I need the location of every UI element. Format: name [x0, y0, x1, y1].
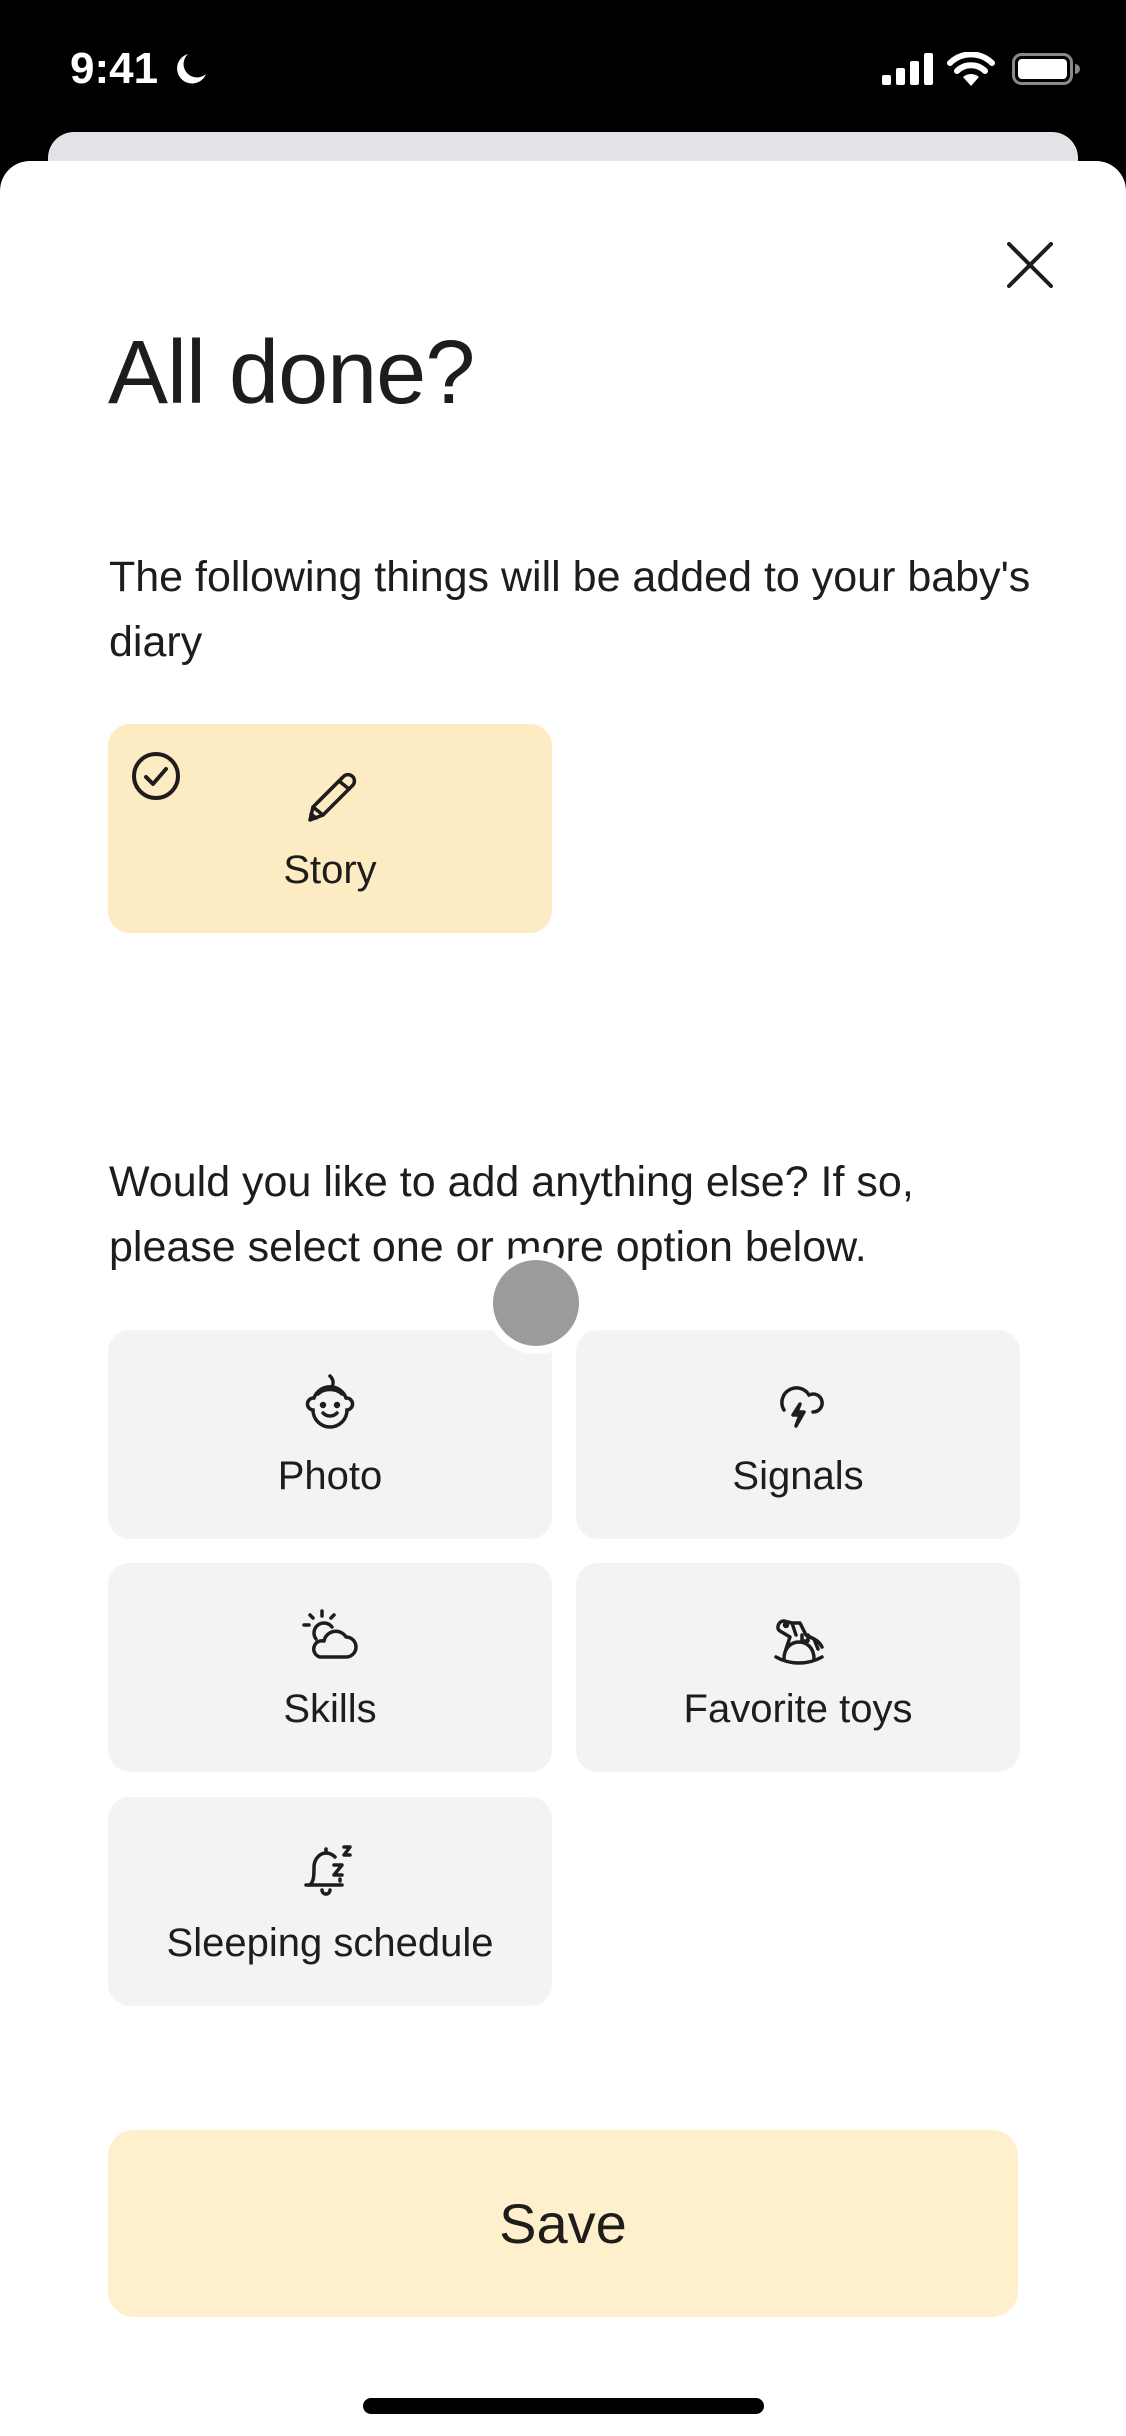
- option-label: Photo: [277, 1454, 383, 1498]
- status-bar: 9:41: [0, 0, 1126, 130]
- page-title: All done?: [108, 323, 475, 423]
- option-sleeping-schedule[interactable]: Sleeping schedule: [108, 1797, 552, 2006]
- touch-indicator: [485, 1252, 587, 1354]
- cloud-lightning-icon: [766, 1370, 830, 1434]
- option-story[interactable]: Story: [108, 724, 552, 933]
- pencil-icon: [298, 764, 362, 828]
- option-signals[interactable]: Signals: [576, 1330, 1020, 1539]
- rocking-horse-icon: [766, 1603, 830, 1667]
- option-label: Story: [283, 848, 377, 892]
- option-label: Sleeping schedule: [166, 1921, 494, 1965]
- wifi-icon: [946, 52, 996, 86]
- option-photo[interactable]: Photo: [108, 1330, 552, 1539]
- home-indicator[interactable]: [363, 2398, 764, 2414]
- intro-text: The following things will be added to yo…: [109, 553, 1031, 666]
- bell-sleep-icon: [298, 1837, 362, 1901]
- option-favorite-toys[interactable]: Favorite toys: [576, 1563, 1020, 1772]
- moon-icon: [174, 52, 208, 86]
- option-label: Skills: [283, 1687, 377, 1731]
- save-button[interactable]: Save: [108, 2130, 1018, 2317]
- option-label: Favorite toys: [683, 1687, 913, 1731]
- baby-face-icon: [298, 1370, 362, 1434]
- sun-cloud-icon: [298, 1603, 362, 1667]
- close-button[interactable]: [996, 231, 1064, 299]
- close-icon: [1007, 242, 1053, 288]
- option-label: Signals: [732, 1454, 864, 1498]
- prompt-text: Would you like to add anything else? If …: [109, 1158, 914, 1271]
- battery-icon: [1012, 53, 1080, 85]
- check-circle-icon: [128, 748, 184, 804]
- option-skills[interactable]: Skills: [108, 1563, 552, 1772]
- status-time: 9:41: [70, 44, 159, 93]
- cellular-signal-icon: [882, 53, 934, 85]
